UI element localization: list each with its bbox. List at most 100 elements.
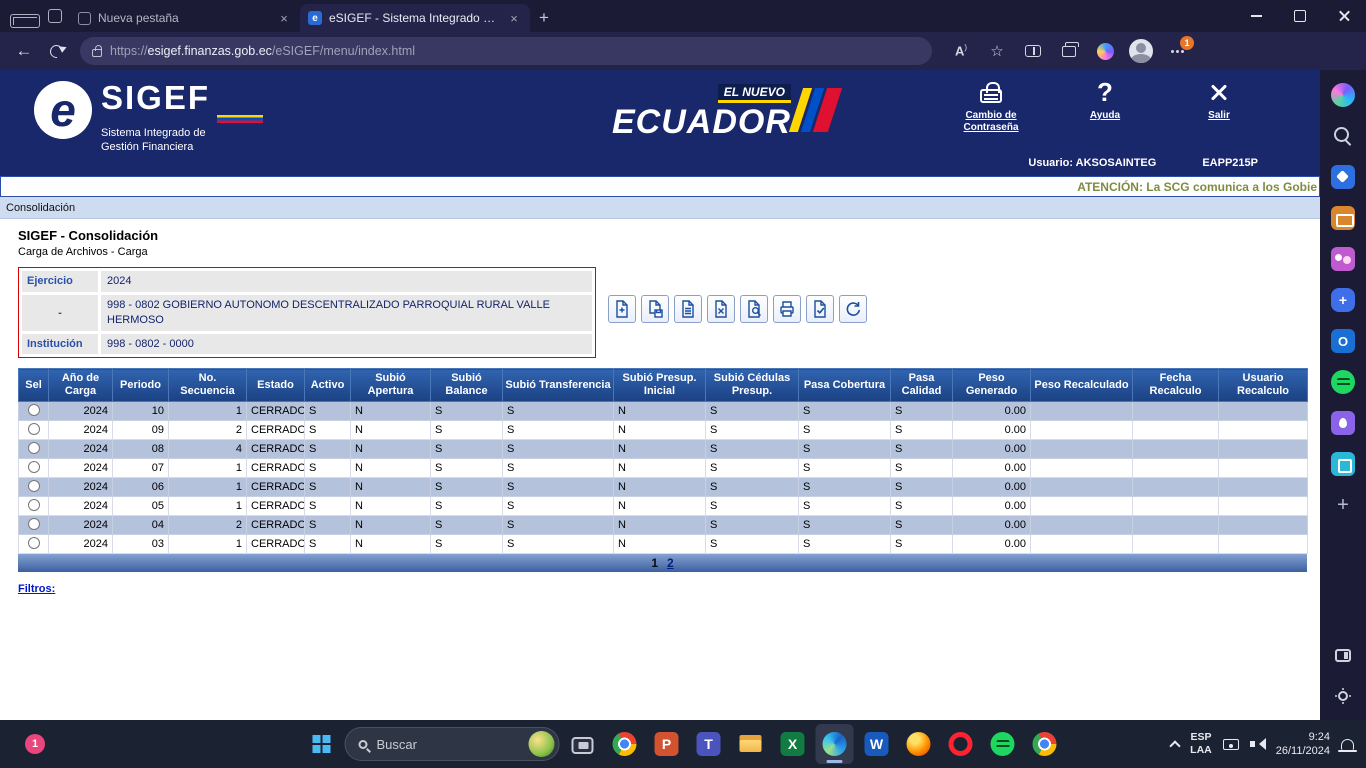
table-header-row: Sel Año de Carga Periodo No. Secuencia Estad… [18,368,1308,403]
refresh-button-toolbar[interactable] [839,295,867,323]
designer-icon[interactable] [1328,450,1358,478]
save-document-button[interactable] [641,295,669,323]
row-select-radio[interactable] [27,422,40,435]
page-title: SIGEF - Consolidación [18,228,159,243]
row-select-radio[interactable] [27,517,40,530]
shopping-icon[interactable] [1328,163,1358,191]
tab-title: eSIGEF - Sistema Integrado de G [329,11,499,25]
cell: N [613,439,706,460]
brand-small-text: EL NUEVO [717,84,791,103]
tab-nueva-pestana[interactable]: Nueva pestaña × [70,4,300,32]
address-bar[interactable]: https://esigef.finanzas.gob.ec/eSIGEF/me… [80,37,932,65]
read-aloud-button[interactable]: A) [944,35,978,67]
volume-icon[interactable] [1249,738,1266,750]
close-window-button[interactable] [1322,0,1366,32]
notification-bell-icon[interactable] [1338,738,1357,752]
row-select-radio[interactable] [27,403,40,416]
page-number-2[interactable]: 2 [667,556,674,570]
cell: N [350,458,431,479]
more-menu-button[interactable]: 1 [1160,35,1194,67]
firefox-icon[interactable] [900,724,938,764]
new-tab-button[interactable]: + [530,4,558,32]
close-tab-icon[interactable]: × [506,11,522,26]
people-icon[interactable] [1328,245,1358,273]
close-tab-icon[interactable]: × [276,11,292,26]
cast-icon[interactable] [1222,738,1239,750]
sidebar-panel-icon[interactable] [1328,641,1358,669]
tab-actions-icon[interactable] [40,0,70,32]
task-view-icon[interactable] [564,724,602,764]
drop-icon[interactable] [1328,409,1358,437]
cell: CERRADO [246,401,305,422]
search-icon[interactable] [1328,122,1358,150]
column-header: Año de Carga [48,368,113,403]
word-icon[interactable] [858,724,896,764]
help-button[interactable]: ? Ayuda [1060,79,1150,134]
taskbar-search[interactable]: Buscar [344,727,560,761]
tray-expand-icon[interactable] [1169,739,1181,752]
maximize-button[interactable] [1278,0,1322,32]
teams-icon[interactable] [690,724,728,764]
tools-icon[interactable] [1328,204,1358,232]
workspaces-icon[interactable] [10,0,40,32]
minimize-button[interactable] [1234,0,1278,32]
mark-document-button[interactable] [674,295,702,323]
esigef-tagline: Sistema Integrado de Gestión Financiera [101,127,206,153]
row-select-radio[interactable] [27,441,40,454]
cell: 1 [168,477,247,498]
excel-icon[interactable] [774,724,812,764]
language-switcher[interactable]: ESP LAA [1190,731,1212,757]
copilot-icon[interactable] [1328,81,1358,109]
file-explorer-icon[interactable] [732,724,770,764]
add-sidebar-item-icon[interactable] [1328,491,1358,519]
logout-button[interactable]: Salir [1174,79,1264,134]
cell: CERRADO [246,458,305,479]
cell: N [350,534,431,555]
load-files-table: Sel Año de Carga Periodo No. Secuencia Estad… [18,368,1308,555]
chrome-2-icon[interactable] [1026,724,1064,764]
cell: 1 [168,496,247,517]
new-document-button[interactable] [608,295,636,323]
print-button[interactable] [773,295,801,323]
refresh-button[interactable] [40,35,72,67]
opera-icon[interactable] [942,724,980,764]
attention-marquee: ATENCIÓN: La SCG comunica a los Gobie [0,176,1320,197]
delete-document-button[interactable] [707,295,735,323]
edge-sidebar [1320,70,1366,720]
form-label-ejercicio: Ejercicio [22,271,98,292]
split-screen-button[interactable] [1016,35,1050,67]
outlook-icon[interactable] [1328,327,1358,355]
cell: S [502,420,614,441]
favorites-button[interactable]: ☆ [980,35,1014,67]
rewards-button[interactable] [1088,35,1122,67]
sidebar-settings-icon[interactable] [1328,682,1358,710]
change-password-button[interactable]: Cambio de Contraseña [946,79,1036,134]
back-button[interactable]: ← [8,35,40,67]
row-select-radio[interactable] [27,460,40,473]
edge-icon[interactable] [815,724,854,764]
row-select-radio[interactable] [27,536,40,549]
password-lock-icon [980,79,1002,106]
taskbar-notification-badge[interactable]: 1 [25,734,45,754]
navbar-actions: A) ☆ 1 [944,35,1194,67]
page-subtitle: Carga de Archivos - Carga [18,246,148,258]
chrome-icon[interactable] [606,724,644,764]
start-button[interactable] [303,724,341,764]
clock[interactable]: 9:24 26/11/2024 [1276,730,1330,759]
consult-document-button[interactable] [740,295,768,323]
powerpoint-icon[interactable] [648,724,686,764]
filters-link[interactable]: Filtros: [18,583,55,595]
cell: N [350,477,431,498]
games-icon[interactable] [1328,286,1358,314]
page-number-1[interactable]: 1 [651,556,658,570]
profile-button[interactable] [1124,35,1158,67]
esigef-page: e SIGEF Sistema Integrado de Gestión Fin… [0,70,1320,720]
row-select-radio[interactable] [27,479,40,492]
spotify-icon[interactable] [984,724,1022,764]
spotify-icon[interactable] [1328,368,1358,396]
approve-document-button[interactable] [806,295,834,323]
row-select-radio[interactable] [27,498,40,511]
cell: S [430,534,503,555]
tab-esigef[interactable]: eSIGEF - Sistema Integrado de G × [300,4,530,32]
collections-button[interactable] [1052,35,1086,67]
